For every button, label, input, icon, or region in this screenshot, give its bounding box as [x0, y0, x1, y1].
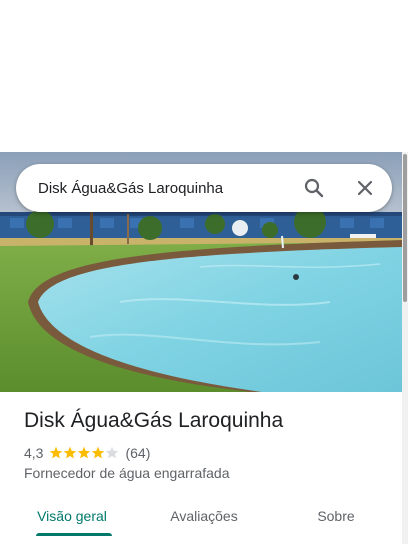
star-icon	[64, 446, 77, 459]
place-category[interactable]: Fornecedor de água engarrafada	[24, 465, 229, 481]
blank-area	[0, 0, 408, 152]
rating-row[interactable]: 4,3 (64)	[24, 444, 150, 462]
tab-overview[interactable]: Visão geral	[24, 496, 120, 536]
star-outline-icon	[106, 446, 119, 459]
review-count[interactable]: (64)	[125, 445, 150, 461]
rating-value: 4,3	[24, 445, 44, 461]
star-icon	[50, 446, 63, 459]
scrollbar-thumb[interactable]	[403, 154, 407, 302]
tab-reviews[interactable]: Avaliações	[154, 496, 254, 536]
active-tab-indicator	[36, 533, 112, 536]
star-icon	[92, 446, 105, 459]
tab-about[interactable]: Sobre	[286, 496, 386, 536]
rating-stars	[49, 446, 119, 460]
close-icon[interactable]	[353, 176, 377, 200]
search-icon[interactable]	[302, 176, 326, 200]
tab-bar: Visão geral Avaliações Sobre	[0, 496, 402, 544]
star-icon	[78, 446, 91, 459]
place-name: Disk Água&Gás Laroquinha	[24, 409, 284, 432]
search-input[interactable]	[38, 164, 298, 212]
search-box[interactable]	[16, 164, 392, 212]
